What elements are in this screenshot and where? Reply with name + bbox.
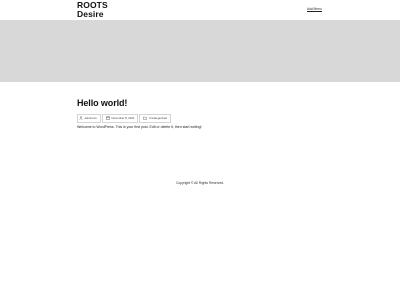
header-image-band (0, 20, 400, 82)
post-title[interactable]: Hello world! (77, 98, 325, 109)
post-category[interactable]: Uncategorized (139, 113, 171, 123)
site-header: ROOTS Desire Add Menu (0, 0, 400, 20)
site-title[interactable]: ROOTS Desire (77, 1, 108, 18)
calendar-icon (106, 116, 110, 120)
add-menu-link[interactable]: Add Menu (307, 7, 322, 12)
post-content: Welcome to WordPress. This is your first… (77, 125, 202, 129)
post-meta: adminrom November 8, 2021 Uncategorized (77, 113, 325, 123)
site-title-line-2[interactable]: Desire (77, 9, 108, 19)
copyright-text: Copyright © All Rights Reserved. (175, 181, 225, 185)
post-author-name[interactable]: adminrom (85, 116, 97, 120)
post-category-text[interactable]: Uncategorized (149, 116, 167, 120)
post: Hello world! adminrom November 8, 2021 U… (77, 98, 325, 130)
site-footer: Copyright © All Rights Reserved. (0, 181, 400, 186)
user-icon (79, 116, 83, 120)
post-date-text[interactable]: November 8, 2021 (111, 116, 134, 120)
post-author[interactable]: adminrom (77, 113, 101, 123)
post-date[interactable]: November 8, 2021 (101, 113, 139, 123)
folder-icon (143, 116, 148, 120)
page: ROOTS Desire Add Menu Hello world! admin… (0, 0, 400, 300)
